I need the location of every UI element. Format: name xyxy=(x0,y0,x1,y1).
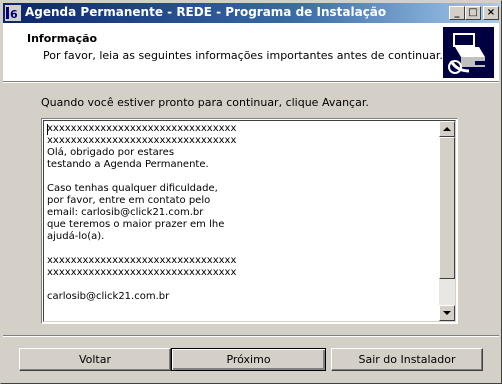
info-line: Olá, obrigado por estares xyxy=(47,147,175,158)
installer-window: 6 Agenda Permanente - REDE - Programa de… xyxy=(0,0,502,384)
arrow-down-icon xyxy=(443,311,451,315)
back-button[interactable]: Voltar xyxy=(19,348,171,371)
info-line: email: carlosib@click21.com.br xyxy=(47,207,204,218)
minimize-button[interactable]: _ xyxy=(449,6,465,20)
info-line: ajudá-lo(a). xyxy=(47,231,105,242)
info-line: que teremos o maior prazer em lhe xyxy=(47,219,225,230)
page-title: Informação xyxy=(27,32,98,45)
maximize-button[interactable]: □ xyxy=(465,6,481,20)
arrow-up-icon xyxy=(443,127,451,131)
continue-prompt: Quando você estiver pronto para continua… xyxy=(41,96,369,109)
wizard-header: Informação Por favor, leia as seguintes … xyxy=(3,23,499,81)
info-line: xxxxxxxxxxxxxxxxxxxxxxxxxxxxxxxx xyxy=(47,267,237,278)
info-line: xxxxxxxxxxxxxxxxxxxxxxxxxxxxxxxx xyxy=(47,255,237,266)
info-line xyxy=(47,279,439,291)
header-divider xyxy=(3,81,499,83)
vertical-scrollbar[interactable] xyxy=(439,121,455,321)
info-line: carlosib@click21.com.br xyxy=(47,291,170,302)
exit-installer-button[interactable]: Sair do Instalador xyxy=(331,348,483,371)
info-line: xxxxxxxxxxxxxxxxxxxxxxxxxxxxxxxx xyxy=(47,123,237,134)
page-subtitle: Por favor, leia as seguintes informações… xyxy=(43,49,443,62)
next-button[interactable]: Próximo xyxy=(171,348,326,371)
computer-disk-icon xyxy=(443,27,494,78)
scroll-down-button[interactable] xyxy=(439,305,455,321)
info-line: Caso tenhas qualquer dificuldade, xyxy=(47,183,218,194)
title-bar[interactable]: 6 Agenda Permanente - REDE - Programa de… xyxy=(3,3,499,23)
info-line xyxy=(47,171,439,183)
svg-text:6: 6 xyxy=(10,8,18,21)
scroll-up-button[interactable] xyxy=(439,121,455,137)
footer-divider xyxy=(3,335,499,337)
info-line: por favor, entre em contato pelo xyxy=(47,195,211,206)
info-line: testando a Agenda Permanente. xyxy=(47,159,209,170)
close-button[interactable]: × xyxy=(483,6,499,20)
info-line xyxy=(47,243,439,255)
installer-app-icon: 6 xyxy=(5,5,21,21)
info-line: xxxxxxxxxxxxxxxxxxxxxxxxxxxxxxxx xyxy=(47,135,237,146)
info-text: xxxxxxxxxxxxxxxxxxxxxxxxxxxxxxxx xxxxxxxx… xyxy=(47,123,439,303)
window-title: Agenda Permanente - REDE - Programa de I… xyxy=(25,5,387,19)
info-memo[interactable]: xxxxxxxxxxxxxxxxxxxxxxxxxxxxxxxx xxxxxxxx… xyxy=(41,118,458,324)
scroll-thumb[interactable] xyxy=(439,137,455,279)
